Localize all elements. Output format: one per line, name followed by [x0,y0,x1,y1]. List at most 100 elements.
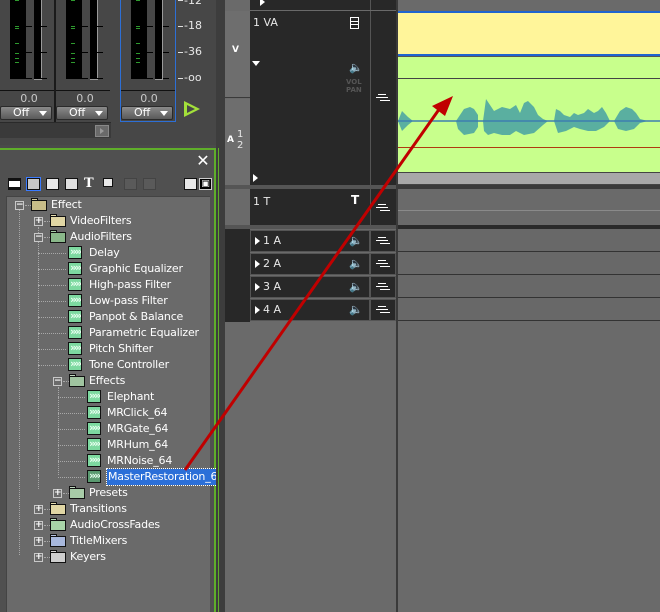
tree-node-videofilters[interactable]: + VideoFilters [7,213,207,229]
close-icon[interactable]: ✕ [196,153,210,169]
tree-item-audio-filter[interactable]: Tone Controller [7,357,207,373]
collapse-track-icon[interactable] [252,61,260,66]
sync-lock-icon[interactable] [376,204,390,214]
speaker-icon[interactable]: 🔈 [349,235,363,247]
audio-channel-patch[interactable]: A 1 2 [225,99,250,185]
tree-item-effect[interactable]: MRNoise_64 [7,453,211,469]
video-channel-patch[interactable]: V [225,11,250,98]
tree-item-effect[interactable]: MRClick_64 [7,405,211,421]
keyer-folder-icon [50,550,66,563]
sync-lock-patch[interactable] [370,189,396,225]
tree-node-audiocrossfades[interactable]: + AudioCrossFades [7,517,207,533]
tree-node-audiofilters[interactable]: − AudioFilters [7,229,207,245]
title-mixer-view-icon[interactable]: T [84,177,97,190]
title-track-lane[interactable] [398,189,660,225]
collapse-icon[interactable]: − [34,233,43,242]
audio-crossfade-view-icon[interactable] [65,178,78,190]
tree-node-titlemixers[interactable]: + TitleMixers [7,533,207,549]
audio-effect-icon [87,422,101,435]
keyer-view-icon[interactable] [103,178,113,187]
tree-item-effect[interactable]: MRHum_64 [7,437,211,453]
collapse-icon[interactable]: − [53,377,62,386]
effect-tree: − Effect + VideoFilters − AudioFilters D… [6,196,227,612]
speaker-icon[interactable]: 🔈 [349,281,363,293]
new-folder-icon[interactable] [184,178,197,190]
track-header-top [250,0,370,10]
speaker-icon[interactable]: 🔈 [349,258,363,270]
sync-lock-icon[interactable] [376,283,390,293]
lock-icon[interactable]: ▣ [199,178,212,190]
sync-lock-patch[interactable] [370,230,396,252]
audio-filter-icon [68,326,82,339]
track-header-audio[interactable]: 3 A 🔈 [250,276,370,298]
db-scale-label: -oo [184,71,202,84]
audio-effect-icon [87,438,101,451]
expand-track-icon[interactable] [255,306,260,314]
expand-icon[interactable]: + [34,505,43,514]
transition-view-icon[interactable] [46,178,59,190]
tree-node-presets[interactable]: + Presets [7,485,207,501]
fader-track[interactable] [34,0,42,80]
video-filter-view-icon[interactable] [8,178,21,190]
sync-lock-patch[interactable] [370,299,396,321]
expand-icon[interactable]: + [34,217,43,226]
play-icon[interactable] [184,101,200,117]
tree-item-effect[interactable]: MRGate_64 [7,421,211,437]
expand-track-icon[interactable] [255,283,260,291]
collapse-icon[interactable]: − [15,201,24,210]
expand-track-icon[interactable] [255,237,260,245]
track-header-audio[interactable]: 2 A 🔈 [250,253,370,275]
gain-value: 0.0 [20,92,38,105]
tree-item-audio-filter[interactable]: Low-pass Filter [7,293,207,309]
tree-node-transitions[interactable]: + Transitions [7,501,207,517]
tree-item-audio-filter[interactable]: High-pass Filter [7,277,207,293]
video-clip[interactable] [398,11,660,56]
tree-item-effect[interactable]: Elephant [7,389,211,405]
tree-node-effects[interactable]: − Effects [7,373,207,389]
audio-clip[interactable] [398,56,660,174]
vol-label[interactable]: VOL [346,79,362,86]
audio-filter-view-icon[interactable] [26,177,41,191]
tree-item-audio-filter[interactable]: Pitch Shifter [7,341,207,357]
tree-item-audio-filter[interactable]: Delay [7,245,207,261]
sync-lock-icon[interactable] [376,260,390,270]
tree-node-effect[interactable]: − Effect [7,197,207,213]
audio-track-lanes[interactable] [398,229,660,321]
sync-lock-patch[interactable] [370,11,396,185]
track-header-1t[interactable]: 1 T T [250,189,370,225]
expand-track-icon[interactable] [253,174,258,182]
sync-lock-patch[interactable] [370,276,396,298]
expand-track-icon[interactable] [260,0,265,6]
sync-lock-icon[interactable] [376,94,390,104]
sync-lock-patch[interactable] [370,253,396,275]
track-header-audio[interactable]: 4 A 🔈 [250,299,370,321]
tree-item-selected[interactable]: MasterRestoration_64 [7,468,227,486]
title-track-icon: T [351,193,360,207]
tree-item-audio-filter[interactable]: Parametric Equalizer [7,325,207,341]
video-frame-icon[interactable] [350,17,359,29]
db-scale-label: -12 [184,0,202,7]
expand-track-icon[interactable] [255,260,260,268]
db-scale-label: -36 [184,45,202,58]
pan-label[interactable]: PAN [346,87,362,94]
tree-item-audio-filter[interactable]: Graphic Equalizer [7,261,207,277]
mixer-scrollbar[interactable] [0,122,111,138]
sync-lock-icon[interactable] [376,237,390,247]
channel-mode-dropdown[interactable]: Off [56,106,108,120]
speaker-icon[interactable]: 🔈 [349,304,363,316]
a-channel-label: A [227,135,234,145]
scroll-right-button[interactable] [95,125,109,137]
audio-filter-icon [68,278,82,291]
channel-mode-dropdown[interactable]: Off [0,106,52,120]
expand-icon[interactable]: + [34,537,43,546]
tree-item-audio-filter[interactable]: Panpot & Balance [7,309,207,325]
speaker-icon[interactable]: 🔈 [349,62,363,74]
track-header-audio[interactable]: 1 A 🔈 [250,230,370,252]
expand-icon[interactable]: + [34,521,43,530]
expand-icon[interactable]: + [53,489,62,498]
fader-track[interactable] [90,0,98,80]
tree-node-keyers[interactable]: + Keyers [7,549,207,565]
sync-lock-icon[interactable] [376,306,390,316]
expand-icon[interactable]: + [34,553,43,562]
track-header-1va[interactable]: 1 VA 🔈 VOL PAN [250,11,370,185]
